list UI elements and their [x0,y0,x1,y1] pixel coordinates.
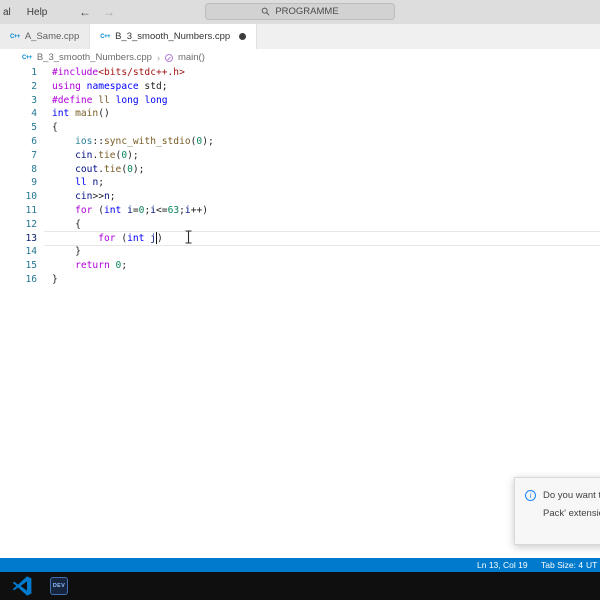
modified-dot-icon[interactable] [239,33,247,40]
taskbar: DEV [0,572,600,600]
cpp-file-icon: C++ [100,33,111,40]
code-line[interactable]: cin.tie(0); [44,149,600,163]
search-icon [262,7,270,16]
tab-label: B_3_smooth_Numbers.cpp [115,31,231,42]
code-line[interactable]: #define ll long long [44,94,600,108]
code-line[interactable]: using namespace std; [44,80,600,94]
line-number[interactable]: 11 [0,204,44,218]
forward-arrow-icon[interactable]: → [103,0,115,24]
editor-tab-bar: C++ A_Same.cpp C++ B_3_smooth_Numbers.cp… [0,24,600,49]
line-number[interactable]: 12 [0,218,44,232]
line-number[interactable]: 10 [0,190,44,204]
back-arrow-icon[interactable]: ← [79,0,91,24]
info-icon: i [525,490,536,501]
status-encoding[interactable]: UT [586,558,597,572]
notification-text-line1: Do you want to i [543,490,600,501]
status-tab-size[interactable]: Tab Size: 4 [541,558,583,572]
line-number[interactable]: 13 [0,232,44,246]
notification-text-line2: Pack' extension f [543,507,600,519]
line-number[interactable]: 7 [0,149,44,163]
breadcrumb-symbol[interactable]: main() [178,52,205,63]
status-cursor-position[interactable]: Ln 13, Col 19 [477,558,528,572]
menu-item-help[interactable]: Help [19,0,56,24]
history-nav: ← → [79,0,115,24]
code-line[interactable]: { [44,121,600,135]
vscode-taskbar-icon[interactable] [12,576,32,596]
line-number[interactable]: 15 [0,259,44,273]
title-bar: al Help ← → PROGRAMME [0,0,600,24]
code-line[interactable]: #include<bits/stdc++.h> [44,66,600,80]
command-center-label: PROGRAMME [275,6,339,17]
editor[interactable]: 1 2 3 4 5 6 7 8 9 10 11 12 13 14 15 16 #include<bits/st… [0,66,600,558]
code-line[interactable]: int main() [44,107,600,121]
code-line[interactable]: ios::sync_with_stdio(0); [44,135,600,149]
line-number[interactable]: 2 [0,80,44,94]
status-bar: Ln 13, Col 19 Tab Size: 4 UT [0,558,600,572]
command-center-search[interactable]: PROGRAMME [205,3,395,20]
code-line[interactable]: } [44,245,600,259]
mouse-cursor-ibeam [184,230,193,249]
line-number[interactable]: 14 [0,245,44,259]
code-line[interactable]: ll n; [44,176,600,190]
line-number[interactable]: 3 [0,94,44,108]
breadcrumb-file[interactable]: B_3_smooth_Numbers.cpp [37,52,152,63]
line-number[interactable]: 1 [0,66,44,80]
symbol-method-icon [164,53,173,62]
code-line[interactable]: } [44,273,600,287]
code-line[interactable]: return 0; [44,259,600,273]
line-number[interactable]: 5 [0,121,44,135]
code-area: #include<bits/stdc++.h> using namespace s… [44,66,600,287]
notification-toast[interactable]: i Do you want to i Pack' extension f [514,477,600,545]
code-line[interactable]: cin>>n; [44,190,600,204]
code-line[interactable]: { [44,218,600,232]
line-number[interactable]: 6 [0,135,44,149]
line-number[interactable]: 4 [0,107,44,121]
menu-item-terminal-partial[interactable]: al [0,0,19,24]
breadcrumb: C++ B_3_smooth_Numbers.cpp › main() [0,49,600,66]
code-line[interactable]: for (int j) [44,232,600,246]
tab-label: A_Same.cpp [24,31,80,42]
cpp-file-icon: C++ [10,33,20,40]
line-number[interactable]: 8 [0,163,44,177]
cpp-file-icon: C++ [22,54,32,61]
code-line[interactable]: cout.tie(0); [44,163,600,177]
line-gutter: 1 2 3 4 5 6 7 8 9 10 11 12 13 14 15 16 [0,66,44,287]
chevron-right-icon: › [156,52,160,63]
tab-b3-smooth-numbers-cpp[interactable]: C++ B_3_smooth_Numbers.cpp [90,24,258,49]
tab-a-same-cpp[interactable]: C++ A_Same.cpp [0,24,91,49]
line-number[interactable]: 16 [0,273,44,287]
dev-cpp-taskbar-icon[interactable]: DEV [50,577,68,595]
line-number[interactable]: 9 [0,176,44,190]
code-line[interactable]: for (int i=0;i<=63;i++) [44,204,600,218]
